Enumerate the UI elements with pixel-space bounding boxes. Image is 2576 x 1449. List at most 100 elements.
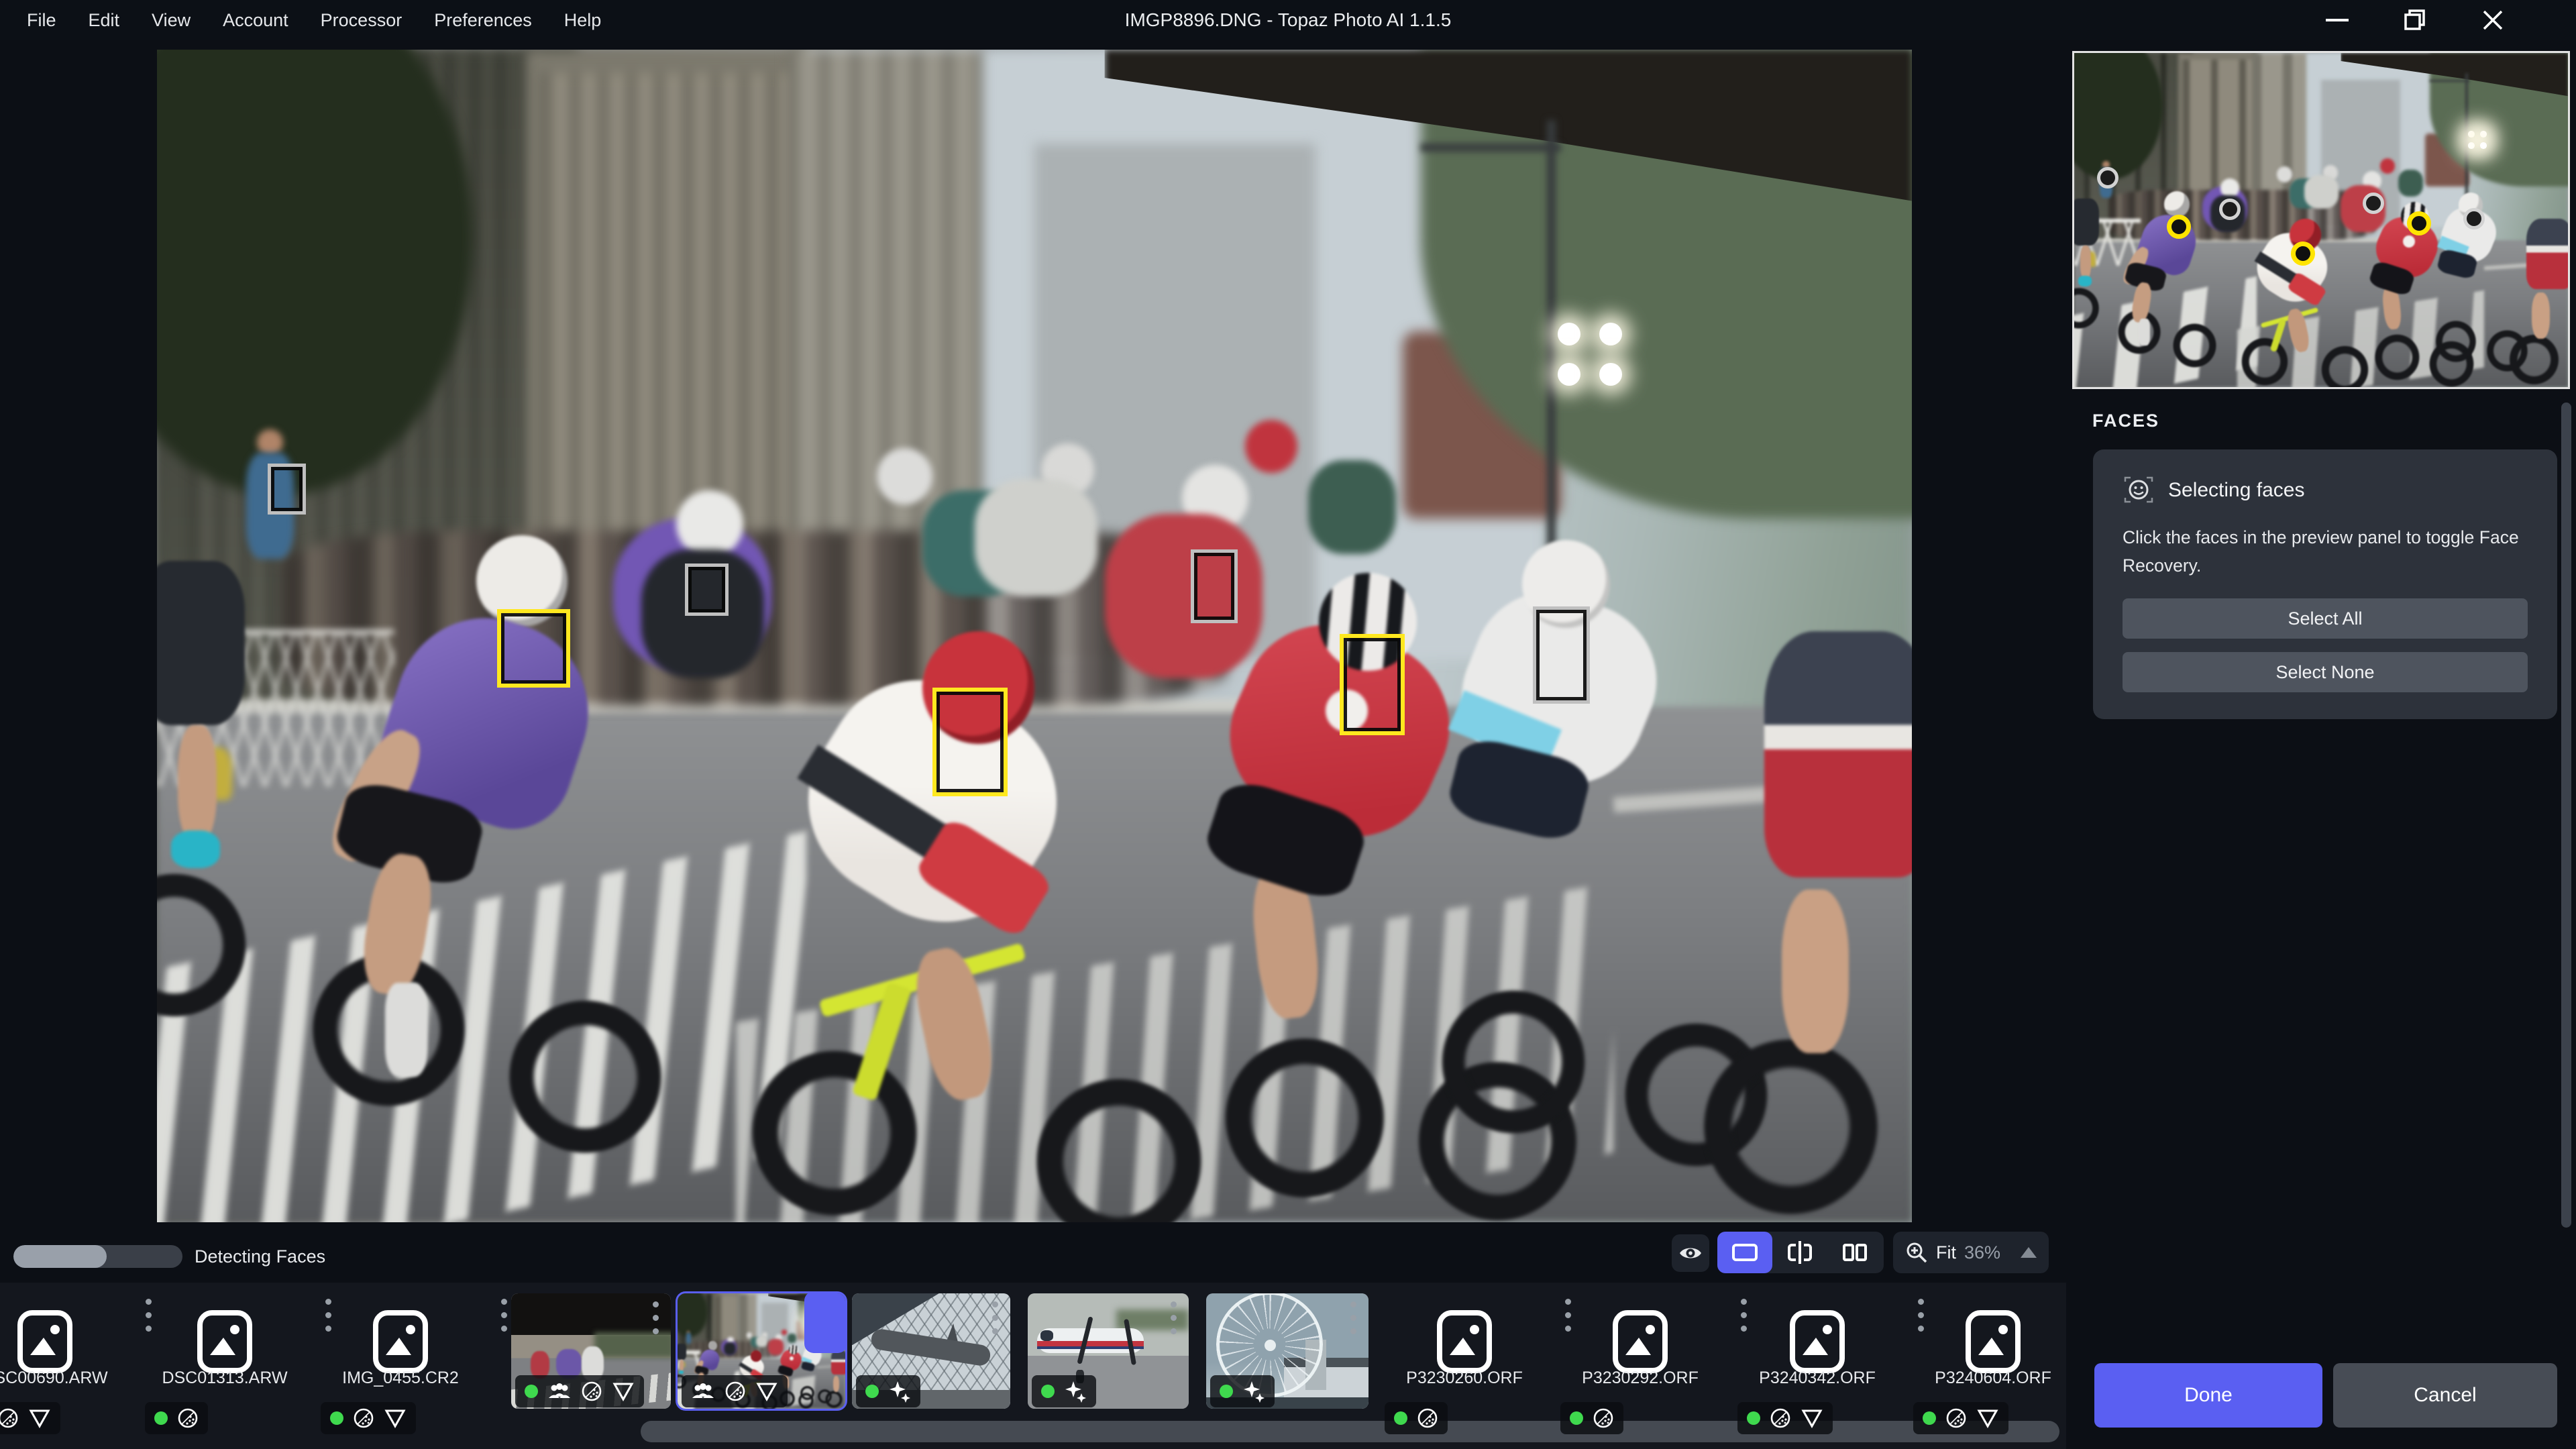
filmstrip-thumbnail[interactable]	[511, 1293, 671, 1409]
unselected-face-marker[interactable]	[2363, 193, 2384, 214]
thumbnail-menu-icon[interactable]	[501, 1299, 507, 1332]
sharpen-badge-icon	[612, 1381, 635, 1401]
thumbnail-menu-icon[interactable]	[1350, 1301, 1356, 1334]
thumbnail-status-badges	[0, 1402, 60, 1434]
right-panel: FACES Selecting faces Click the faces in…	[2066, 40, 2576, 1449]
selected-face-marker[interactable]	[2291, 241, 2315, 266]
faces-status-title: Selecting faces	[2168, 479, 2304, 502]
minimize-button[interactable]	[2298, 0, 2376, 40]
cancel-button[interactable]: Cancel	[2333, 1363, 2557, 1428]
sharpen-badge-icon	[1801, 1408, 1823, 1428]
split-view-button[interactable]	[1772, 1232, 1827, 1273]
show-original-button[interactable]	[1672, 1234, 1709, 1272]
filmstrip-thumbnail[interactable]	[852, 1293, 1010, 1409]
unselected-face-box[interactable]	[1533, 606, 1590, 704]
filmstrip-scrollbar[interactable]	[641, 1421, 2059, 1442]
window-controls	[2298, 0, 2532, 40]
filmstrip-thumbnail[interactable]	[1206, 1293, 1368, 1409]
topaz-photo-ai-window: File Edit View Account Processor Prefere…	[0, 0, 2576, 1449]
thumbnail-menu-icon[interactable]	[992, 1301, 998, 1334]
filmstrip-thumbnail[interactable]: DSC01313.ARW	[141, 1293, 309, 1409]
selected-face-marker[interactable]	[2407, 211, 2431, 235]
title-bar: File Edit View Account Processor Prefere…	[0, 0, 2576, 40]
zoom-fit-label: Fit	[1936, 1242, 1956, 1263]
view-mode-group	[1717, 1232, 1884, 1273]
restore-button[interactable]	[2376, 0, 2454, 40]
filmstrip-thumbnail[interactable]	[678, 1293, 845, 1409]
thumbnail-filename: DSC01313.ARW	[141, 1368, 309, 1388]
processed-indicator	[1570, 1411, 1583, 1425]
menu-preferences[interactable]: Preferences	[418, 10, 548, 31]
selected-face-box[interactable]	[932, 688, 1008, 796]
filmstrip: DSC00690.ARW DSC01313.ARW IMG_0455.CR2	[0, 1283, 2066, 1449]
red-helmet	[751, 1350, 761, 1362]
denoise-badge-icon	[1770, 1407, 1791, 1429]
selected-face-box[interactable]	[497, 609, 570, 688]
filmstrip-thumbnail[interactable]: P3240604.ORF	[1909, 1293, 2077, 1409]
menu-account[interactable]: Account	[207, 10, 305, 31]
thumbnail-status-badges	[145, 1402, 208, 1434]
unselected-face-marker[interactable]	[2097, 167, 2118, 189]
thumbnail-menu-icon[interactable]	[1171, 1301, 1177, 1334]
close-button[interactable]	[2454, 0, 2532, 40]
thumbnail-menu-icon[interactable]	[653, 1301, 659, 1334]
filmstrip-thumbnail[interactable]: DSC00690.ARW	[0, 1293, 129, 1409]
zoom-magnifier-icon	[1905, 1241, 1928, 1264]
menu-help[interactable]: Help	[548, 10, 618, 31]
cyclist-helmet	[2164, 191, 2190, 217]
side-by-side-view-button[interactable]	[1827, 1232, 1882, 1273]
panel-scrollbar[interactable]	[2561, 402, 2571, 1228]
faces-instruction-text: Click the faces in the preview panel to …	[2123, 523, 2533, 580]
filmstrip-thumbnail[interactable]: IMG_0455.CR2	[317, 1293, 484, 1409]
faces-badge-icon	[547, 1382, 572, 1401]
filmstrip-thumbnail[interactable]	[1028, 1293, 1189, 1409]
face-detection-icon	[2123, 474, 2155, 506]
progress-status-text: Detecting Faces	[195, 1245, 325, 1268]
sharpen-badge-icon	[1976, 1408, 1999, 1428]
menu-file[interactable]: File	[11, 10, 72, 31]
select-all-button[interactable]: Select All	[2123, 598, 2528, 639]
unselected-face-box[interactable]	[1191, 549, 1238, 623]
unselected-face-box[interactable]	[268, 464, 306, 515]
denoise-badge-icon	[1945, 1407, 1967, 1429]
thumbnail-filename: P3240604.ORF	[1909, 1368, 2077, 1388]
processed-indicator	[525, 1385, 538, 1398]
unselected-face-marker[interactable]	[2219, 199, 2241, 220]
filmstrip-thumbnail[interactable]: P3240342.ORF	[1733, 1293, 1901, 1409]
filmstrip-thumbnail[interactable]: P3230260.ORF	[1381, 1293, 1548, 1409]
thumbnail-status-badges	[1913, 1402, 2008, 1434]
zoom-percent-value: 36%	[1964, 1242, 2000, 1263]
navigation-preview[interactable]	[2072, 51, 2570, 389]
menu-edit[interactable]: Edit	[72, 10, 136, 31]
image-placeholder-icon	[1965, 1309, 2021, 1374]
menu-view[interactable]: View	[136, 10, 207, 31]
zoom-dropdown-caret-icon[interactable]	[2021, 1247, 2037, 1258]
street-light-glow	[2468, 131, 2475, 138]
menu-bar: File Edit View Account Processor Prefere…	[11, 0, 617, 40]
processed-indicator	[1220, 1385, 1233, 1398]
menu-processor[interactable]: Processor	[305, 10, 419, 31]
selected-face-box[interactable]	[1340, 634, 1405, 736]
minimize-icon	[2326, 19, 2349, 21]
image-placeholder-icon	[1612, 1309, 1668, 1374]
unselected-face-marker[interactable]	[2463, 208, 2485, 229]
thumbnail-status-badges	[1560, 1402, 1623, 1434]
sharpen-badge-icon	[28, 1408, 51, 1428]
faces-section-heading: FACES	[2092, 411, 2159, 431]
processed-indicator	[1923, 1411, 1936, 1425]
processed-indicator	[1747, 1411, 1760, 1425]
enhance-badge-icon	[1242, 1380, 1265, 1403]
denoise-badge-icon	[0, 1407, 19, 1429]
enhance-badge-icon	[888, 1380, 911, 1403]
zoom-control[interactable]: Fit 36%	[1893, 1232, 2049, 1273]
thumbnail-status-badges	[1385, 1402, 1448, 1434]
filmstrip-thumbnail[interactable]: P3230292.ORF	[1556, 1293, 1724, 1409]
unselected-face-box[interactable]	[685, 564, 729, 616]
main-image-preview[interactable]	[157, 50, 1912, 1222]
select-none-button[interactable]: Select None	[2123, 652, 2528, 692]
done-button[interactable]: Done	[2094, 1363, 2322, 1428]
single-view-button[interactable]	[1717, 1232, 1772, 1273]
race-photo-scene	[157, 50, 1912, 1222]
thumbnail-menu-button[interactable]	[804, 1293, 845, 1353]
selected-face-marker[interactable]	[2167, 215, 2191, 239]
